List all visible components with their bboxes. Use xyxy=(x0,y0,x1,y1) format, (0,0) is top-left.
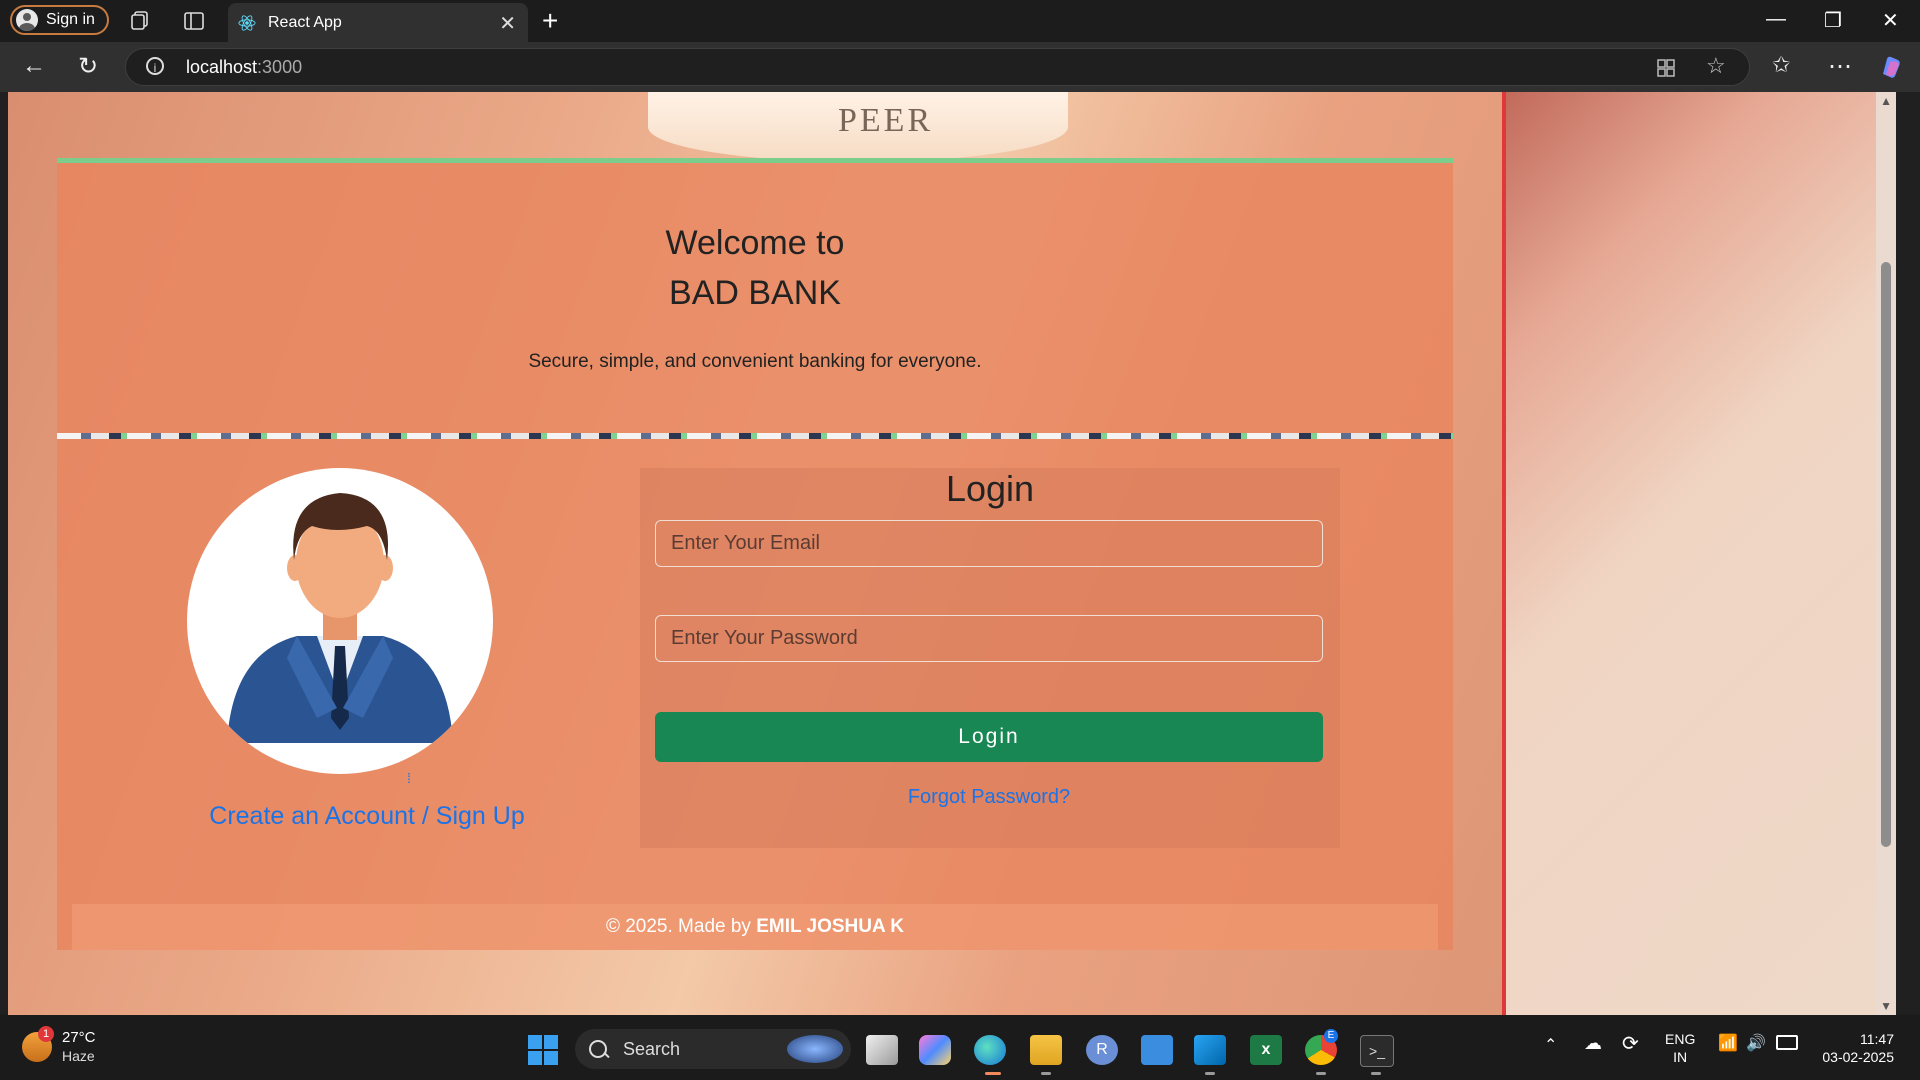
window-close-icon[interactable]: ✕ xyxy=(1882,8,1899,33)
minimize-icon[interactable]: — xyxy=(1766,8,1786,31)
tab-close-icon[interactable]: ✕ xyxy=(499,11,516,36)
excel-icon[interactable]: x xyxy=(1250,1035,1282,1065)
site-info-icon[interactable]: i xyxy=(146,57,164,75)
user-avatar-illustration xyxy=(187,468,493,774)
signin-button[interactable]: Sign in xyxy=(10,5,109,35)
react-icon xyxy=(238,14,256,31)
main-card: Welcome to BAD BANK Secure, simple, and … xyxy=(57,158,1453,950)
weather-condition: Haze xyxy=(62,1048,95,1064)
page-viewport: PEER Welcome to BAD BANK Secure, simple,… xyxy=(8,92,1896,1015)
vscode-indicator xyxy=(1205,1072,1215,1075)
edge-active-indicator xyxy=(985,1072,1001,1075)
email-field[interactable] xyxy=(655,520,1323,567)
page-footer: © 2025. Made by EMIL JOSHUA K xyxy=(72,904,1438,950)
scroll-up-icon[interactable]: ▲ xyxy=(1880,94,1892,108)
signup-link[interactable]: Create an Account / Sign Up xyxy=(177,802,557,831)
task-view-icon[interactable] xyxy=(866,1035,898,1065)
password-field[interactable] xyxy=(655,615,1323,662)
scrollbar-thumb[interactable] xyxy=(1881,262,1891,847)
battery-icon[interactable] xyxy=(1776,1035,1798,1050)
tray-overflow-icon[interactable]: ⌃ xyxy=(1544,1035,1557,1055)
language-indicator[interactable]: ENG IN xyxy=(1665,1030,1695,1066)
hero-heading: Welcome to BAD BANK xyxy=(57,218,1453,318)
new-tab-icon[interactable]: + xyxy=(542,5,558,37)
clock-time: 11:47 xyxy=(1860,1031,1894,1047)
vscode-icon[interactable] xyxy=(1194,1035,1226,1065)
tab-actions-icon[interactable] xyxy=(183,10,205,32)
chrome-indicator xyxy=(1316,1072,1326,1075)
taskbar: 1 27°C Haze Search R x E >_ ⌃ ☁ ⟳ ENG IN… xyxy=(0,1015,1920,1080)
browser-titlebar: Sign in React App ✕ + — ❐ ✕ xyxy=(0,0,1920,42)
start-menu-icon[interactable] xyxy=(528,1035,558,1065)
wifi-icon[interactable]: 📶 xyxy=(1718,1033,1738,1053)
search-icon xyxy=(589,1040,607,1058)
login-heading: Login xyxy=(945,468,1035,509)
weather-widget[interactable]: 1 27°C Haze xyxy=(22,1026,96,1065)
footer-text: © 2025. Made by xyxy=(605,916,757,937)
favorites-icon[interactable]: ✩ xyxy=(1772,52,1790,78)
edge-icon[interactable] xyxy=(974,1035,1006,1065)
sync-icon[interactable]: ⟳ xyxy=(1622,1031,1639,1056)
refresh-icon[interactable]: ↻ xyxy=(78,52,98,81)
chrome-profile-badge: E xyxy=(1324,1029,1338,1043)
weather-temp: 27°C xyxy=(62,1029,96,1046)
copilot-icon[interactable] xyxy=(1878,54,1904,80)
footer-author: EMIL JOSHUA K xyxy=(756,916,905,937)
app-available-icon[interactable] xyxy=(1656,58,1676,78)
back-icon[interactable]: ← xyxy=(22,52,46,80)
section-divider xyxy=(57,433,1453,439)
coin-background: PEER xyxy=(648,92,1068,162)
profile-avatar-icon xyxy=(16,9,38,31)
weather-icon: 1 xyxy=(22,1026,54,1062)
signin-label: Sign in xyxy=(46,11,95,28)
background-image-panel xyxy=(1502,92,1896,1015)
tagline: Secure, simple, and convenient banking f… xyxy=(528,351,982,372)
r-app-icon[interactable]: R xyxy=(1086,1035,1118,1065)
login-button[interactable]: Login xyxy=(655,712,1323,762)
copilot-app-icon[interactable] xyxy=(919,1035,951,1065)
login-form: Login Login Forgot Password? xyxy=(640,468,1340,848)
workspaces-icon[interactable] xyxy=(129,10,151,32)
tab-title: React App xyxy=(268,13,342,31)
bank-name: BAD BANK xyxy=(669,274,841,312)
address-bar[interactable]: i localhost:3000 ☆ xyxy=(125,48,1750,86)
favorite-star-icon[interactable]: ☆ xyxy=(1706,53,1726,79)
terminal-icon[interactable]: >_ xyxy=(1360,1035,1394,1067)
explorer-indicator xyxy=(1041,1072,1051,1075)
restore-icon[interactable]: ❐ xyxy=(1824,8,1842,33)
terminal-indicator xyxy=(1371,1072,1381,1075)
taskbar-search[interactable]: Search xyxy=(575,1029,851,1069)
clock-date: 03-02-2025 xyxy=(1822,1049,1894,1065)
url-text[interactable]: localhost:3000 xyxy=(186,57,302,78)
search-label: Search xyxy=(623,1038,681,1059)
scrollbar[interactable]: ▲ ▼ xyxy=(1876,92,1896,1015)
file-explorer-icon[interactable] xyxy=(1030,1035,1062,1065)
system-clock[interactable]: 11:47 03-02-2025 xyxy=(1822,1030,1894,1066)
volume-icon[interactable]: 🔊 xyxy=(1746,1033,1766,1053)
notification-badge: 1 xyxy=(38,1026,54,1042)
card-top-border xyxy=(57,158,1453,163)
browser-tab[interactable]: React App ✕ xyxy=(228,3,528,42)
search-highlight-icon xyxy=(787,1035,843,1063)
address-toolbar: ← ↻ i localhost:3000 ☆ ✩ ⋯ xyxy=(0,42,1920,92)
more-menu-icon[interactable]: ⋯ xyxy=(1828,52,1852,81)
scroll-down-icon[interactable]: ▼ xyxy=(1880,999,1892,1013)
welcome-text: Welcome to xyxy=(665,224,845,262)
notepad-icon[interactable] xyxy=(1141,1035,1173,1065)
decorative-mark: ⁞ xyxy=(407,770,411,786)
onedrive-icon[interactable]: ☁ xyxy=(1584,1033,1602,1054)
forgot-password-link[interactable]: Forgot Password? xyxy=(655,786,1323,809)
